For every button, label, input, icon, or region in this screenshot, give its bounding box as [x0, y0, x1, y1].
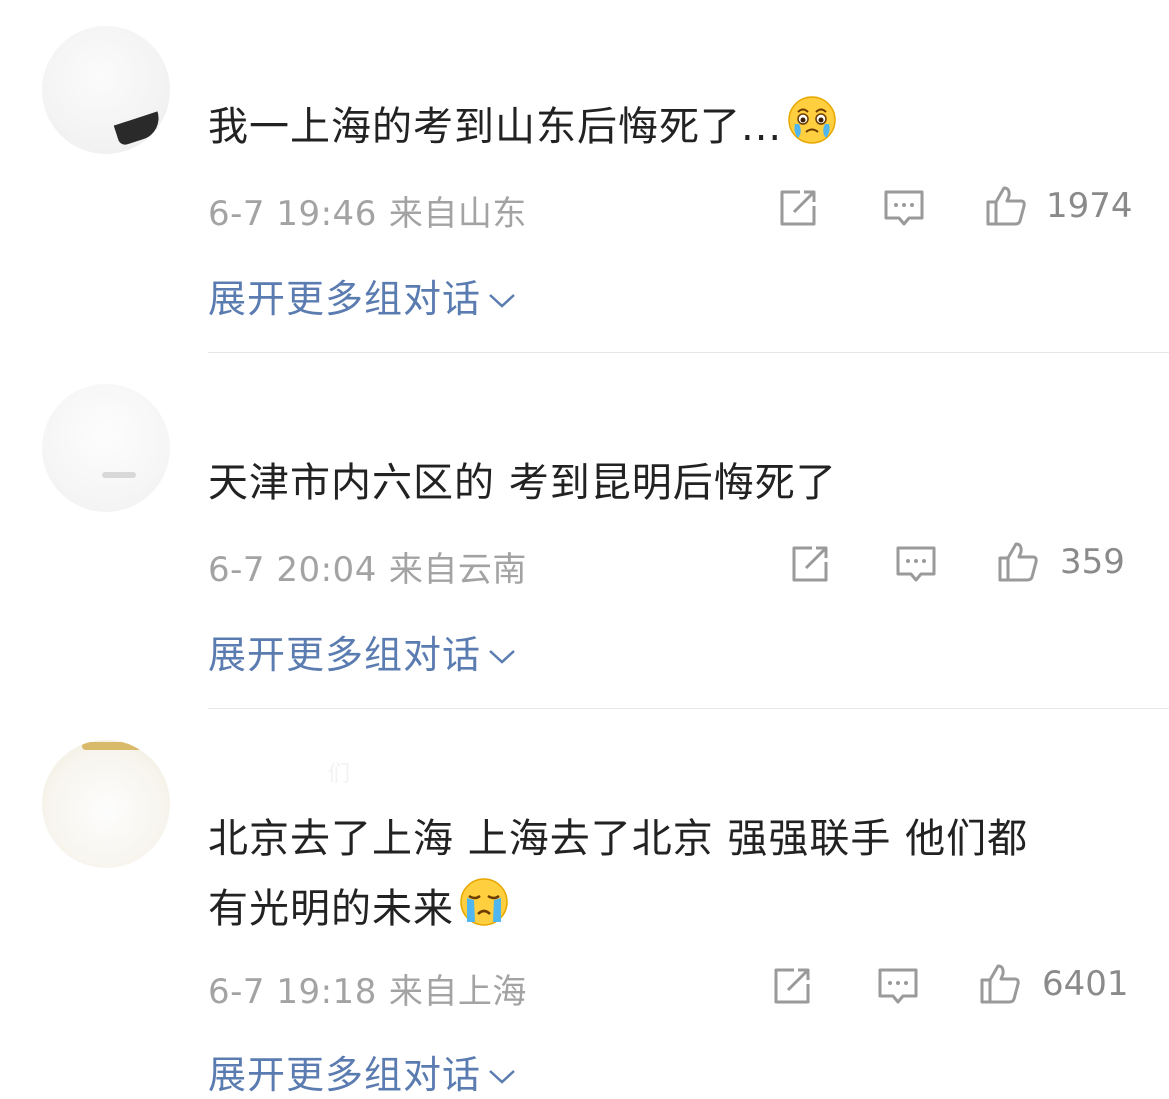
like-count: 359 [1060, 542, 1125, 582]
comment-time: 6-7 19:46 [208, 194, 377, 234]
comment-icon[interactable] [876, 964, 920, 1008]
chevron-down-icon [489, 1070, 515, 1084]
like-icon[interactable] [984, 184, 1028, 228]
chevron-down-icon [489, 294, 515, 308]
comment-text-line: 北京去了上海 上海去了北京 强强联手 他们都 [208, 816, 1029, 862]
comment-text: 天津市内六区的 考到昆明后悔死了 [208, 448, 1138, 518]
divider [208, 708, 1169, 709]
comment-text-line-with-emoji: 有光明的未来 [208, 874, 1138, 944]
avatar[interactable] [42, 740, 170, 868]
like-count: 6401 [1042, 964, 1129, 1004]
expand-conversation-link[interactable]: 展开更多组对话 [208, 624, 517, 679]
comment-icon[interactable] [894, 542, 938, 586]
comment-meta: 6-7 20:04 来自云南 [208, 542, 527, 591]
comment-text: 北京去了上海 上海去了北京 强强联手 他们都 有光明的未来 [208, 804, 1138, 944]
like-count: 1974 [1046, 186, 1133, 226]
expand-conversation-label: 展开更多组对话 [208, 633, 482, 677]
comment-text-content: 我一上海的考到山东后悔死了... [208, 104, 783, 150]
repost-icon[interactable] [788, 542, 832, 586]
avatar[interactable] [42, 26, 170, 154]
username[interactable]: 们 [328, 756, 350, 788]
loudly-crying-face-emoji-icon [460, 878, 508, 926]
chevron-down-icon [489, 650, 515, 664]
comment-time: 6-7 20:04 [208, 550, 377, 590]
comment-location: 来自上海 [388, 972, 527, 1012]
comment-text-content: 天津市内六区的 考到昆明后悔死了 [208, 460, 837, 506]
comment-location: 来自山东 [388, 194, 527, 234]
comment-meta: 6-7 19:18 来自上海 [208, 964, 527, 1013]
like-icon[interactable] [978, 962, 1022, 1006]
crying-face-emoji-icon [788, 96, 836, 144]
divider [208, 352, 1169, 353]
expand-conversation-link[interactable]: 展开更多组对话 [208, 268, 517, 323]
expand-conversation-link[interactable]: 展开更多组对话 [208, 1044, 517, 1099]
comment-location: 来自云南 [388, 550, 527, 590]
comment-text: 我一上海的考到山东后悔死了... [208, 92, 1138, 162]
expand-conversation-label: 展开更多组对话 [208, 1053, 482, 1097]
comment-text-content: 有光明的未来 [208, 886, 454, 932]
comment-meta: 6-7 19:46 来自山东 [208, 186, 527, 235]
repost-icon[interactable] [770, 964, 814, 1008]
like-icon[interactable] [996, 540, 1040, 584]
comment-icon[interactable] [882, 186, 926, 230]
expand-conversation-label: 展开更多组对话 [208, 277, 482, 321]
repost-icon[interactable] [776, 186, 820, 230]
avatar[interactable] [42, 384, 170, 512]
comment-time: 6-7 19:18 [208, 972, 377, 1012]
